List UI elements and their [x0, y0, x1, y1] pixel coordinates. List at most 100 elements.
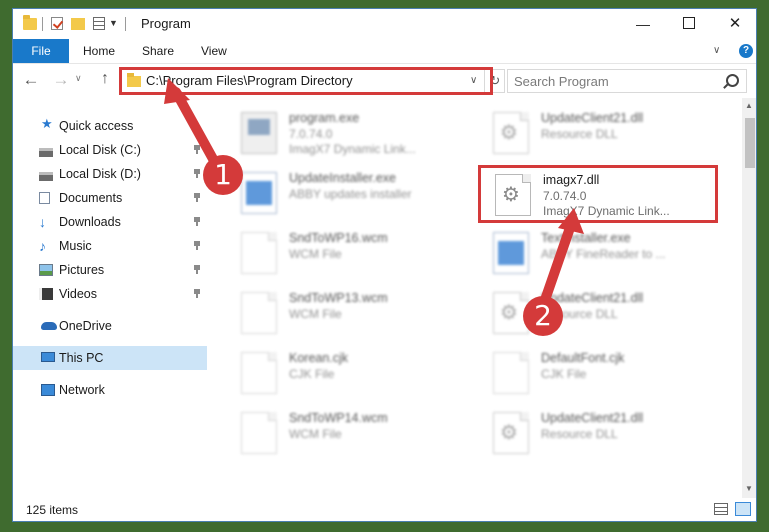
file-icon — [241, 412, 277, 454]
sidebar-item-label: Local Disk (C:) — [59, 143, 141, 157]
minimize-button[interactable]: — — [620, 9, 666, 39]
pin-icon — [194, 241, 200, 250]
file-item-sndtowp13-wcm[interactable]: SndToWP13.wcm WCM File — [241, 286, 481, 340]
address-bar[interactable]: C:\Program Files\Program Directory ∨ ↻ — [121, 69, 505, 93]
installer-icon — [241, 172, 277, 214]
file-type: WCM File — [289, 427, 342, 441]
properties-icon[interactable] — [93, 17, 105, 30]
pin-icon — [194, 145, 200, 154]
file-icon — [241, 232, 277, 274]
refresh-icon[interactable]: ↻ — [484, 70, 505, 92]
address-dropdown-icon[interactable]: ∨ — [470, 75, 477, 86]
sidebar-item-pictures[interactable]: Pictures — [13, 258, 207, 282]
onedrive-icon — [41, 322, 57, 330]
sidebar-item-documents[interactable]: Documents — [13, 186, 207, 210]
back-arrow-icon[interactable]: ← — [21, 70, 41, 90]
sidebar-item-music[interactable]: ♪ Music — [13, 234, 207, 258]
file-item-korean-cjk[interactable]: Korean.cjk CJK File — [241, 346, 481, 400]
navigation-pane: ★ Quick access Local Disk (C:) Local Dis… — [13, 98, 207, 498]
ribbon: File Home Share View ∨ ? — [13, 39, 756, 64]
folder-icon — [23, 15, 37, 30]
status-bar: 125 items — [13, 498, 756, 521]
file-item-updateclient21-dll[interactable]: UpdateClient21.dll Resource DLL — [493, 106, 733, 160]
sidebar-item-label: OneDrive — [59, 319, 112, 333]
address-row: ← → ∨ ↑ C:\Program Files\Program Directo… — [13, 64, 756, 98]
scrollbar-thumb[interactable] — [745, 118, 755, 168]
maximize-button[interactable] — [666, 9, 712, 39]
properties-check-icon[interactable] — [51, 17, 63, 30]
network-icon — [41, 384, 55, 396]
star-icon: ★ — [41, 116, 53, 131]
file-item-sndtowp14-wcm[interactable]: SndToWP14.wcm WCM File — [241, 406, 481, 460]
help-icon[interactable]: ? — [739, 44, 753, 58]
file-type: WCM File — [289, 307, 342, 321]
file-item-updateinstaller-exe[interactable]: UpdateInstaller.exe ABBY updates install… — [241, 166, 481, 220]
pictures-icon — [39, 264, 53, 276]
step-1-badge: 1 — [203, 155, 243, 195]
details-view-icon[interactable] — [714, 503, 728, 515]
file-item-updateclient21-dll[interactable]: UpdateClient21.dll Resource DLL — [493, 406, 733, 460]
maximize-icon — [683, 17, 695, 29]
sidebar-item-quick-access[interactable]: ★ Quick access — [13, 114, 207, 138]
pin-icon — [194, 289, 200, 298]
file-name: UpdateClient21.dll — [541, 111, 644, 125]
file-type: ABBY FineReader to ... — [541, 247, 666, 261]
file-type: CJK File — [541, 367, 587, 381]
file-item-sndtowp16-wcm[interactable]: SndToWP16.wcm WCM File — [241, 226, 481, 280]
file-type: Resource DLL — [541, 127, 618, 141]
sidebar-item-local-disk-d[interactable]: Local Disk (D:) — [13, 162, 207, 186]
vertical-scrollbar[interactable]: ▲ ▼ — [742, 98, 756, 498]
sidebar-item-label: This PC — [59, 351, 104, 365]
pin-icon — [194, 217, 200, 226]
sidebar-item-label: Quick access — [59, 119, 134, 133]
search-icon[interactable] — [726, 74, 739, 87]
file-desc: ImagX7 Dynamic Link... — [289, 142, 416, 156]
file-name: SndToWP14.wcm — [289, 411, 388, 425]
toolbar-separator — [42, 17, 43, 31]
file-type: Resource DLL — [541, 427, 618, 441]
file-item-program-exe[interactable]: program.exe 7.0.74.0 ImagX7 Dynamic Link… — [241, 106, 481, 160]
sidebar-item-label: Network — [59, 383, 105, 397]
explorer-window: ▼ Program — ✕ File Home Share View ∨ ? ←… — [12, 8, 757, 522]
disk-icon — [39, 148, 53, 157]
sidebar-item-label: Downloads — [59, 215, 121, 229]
tab-view[interactable]: View — [201, 39, 227, 63]
sidebar-item-onedrive[interactable]: OneDrive — [13, 314, 207, 338]
file-item-defaultfont-cjk[interactable]: DefaultFont.cjk CJK File — [493, 346, 733, 400]
gear-file-icon — [493, 112, 529, 154]
pin-icon — [194, 265, 200, 274]
expand-ribbon-icon[interactable]: ∨ — [713, 45, 720, 56]
sidebar-item-downloads[interactable]: ↓ Downloads — [13, 210, 207, 234]
file-item-textinstaller-exe[interactable]: TextInstaller.exe ABBY FineReader to ... — [493, 226, 733, 280]
new-folder-icon[interactable] — [71, 18, 85, 30]
close-button[interactable]: ✕ — [712, 9, 756, 39]
tab-share[interactable]: Share — [142, 39, 174, 63]
address-path[interactable]: C:\Program Files\Program Directory — [146, 73, 353, 88]
recent-locations-chevron-icon[interactable]: ∨ — [75, 73, 82, 84]
sidebar-item-videos[interactable]: Videos — [13, 282, 207, 306]
sidebar-item-local-disk-c[interactable]: Local Disk (C:) — [13, 138, 207, 162]
tab-file[interactable]: File — [13, 39, 69, 63]
sidebar-item-this-pc[interactable]: This PC — [13, 346, 207, 370]
sidebar-item-label: Documents — [59, 191, 123, 205]
customize-toolbar-dropdown-icon[interactable]: ▼ — [109, 18, 118, 36]
file-type: 7.0.74.0 — [289, 127, 333, 141]
scroll-down-icon[interactable]: ▼ — [745, 484, 753, 493]
scroll-up-icon[interactable]: ▲ — [745, 101, 753, 110]
search-input[interactable]: Search Program — [507, 69, 747, 93]
file-name: SndToWP16.wcm — [289, 231, 388, 245]
large-icons-view-icon[interactable] — [735, 502, 751, 516]
music-icon: ♪ — [39, 238, 46, 254]
step-2-badge: 2 — [523, 296, 563, 336]
file-name: UpdateClient21.dll — [541, 411, 644, 425]
toolbar-separator — [125, 17, 126, 31]
tab-home[interactable]: Home — [83, 39, 115, 63]
file-icon — [241, 292, 277, 334]
file-name: SndToWP13.wcm — [289, 291, 388, 305]
sidebar-item-label: Music — [59, 239, 92, 253]
forward-arrow-icon[interactable]: → — [51, 70, 71, 90]
sidebar-item-label: Local Disk (D:) — [59, 167, 141, 181]
sidebar-item-network[interactable]: Network — [13, 378, 207, 402]
file-icon — [493, 352, 529, 394]
up-arrow-icon[interactable]: ↑ — [95, 69, 115, 89]
